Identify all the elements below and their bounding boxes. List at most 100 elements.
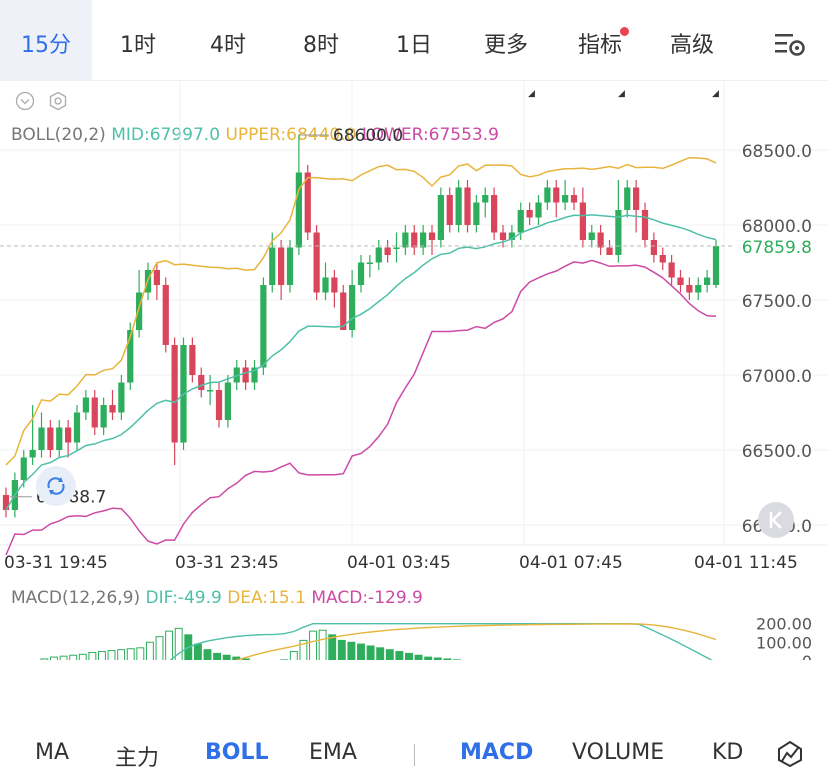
candle-body bbox=[100, 405, 107, 428]
candle-body bbox=[29, 450, 36, 458]
candle-body bbox=[366, 262, 373, 264]
notification-dot-icon bbox=[620, 27, 629, 36]
macd-histogram-bar bbox=[318, 629, 327, 660]
candle-body bbox=[597, 232, 604, 248]
tab-1h[interactable]: 1时 bbox=[96, 0, 180, 80]
tab-advanced[interactable]: 高级 ◢ bbox=[652, 0, 732, 99]
candle-body bbox=[402, 232, 409, 248]
price-axis-label: 67000.0 bbox=[742, 367, 812, 387]
candle-body bbox=[526, 210, 533, 218]
macd-axis-label: 200.00 bbox=[756, 615, 812, 634]
macd-legend: MACD(12,26,9) DIF:-49.9 DEA:15.1 MACD:-1… bbox=[11, 588, 423, 608]
candle-body bbox=[650, 240, 657, 255]
macd-histogram-bar bbox=[309, 630, 317, 660]
macd-name: MACD(12,26,9) bbox=[11, 588, 141, 608]
candle-body bbox=[446, 195, 453, 225]
macd-histogram-bar bbox=[424, 656, 433, 660]
candle-body bbox=[349, 285, 356, 330]
candle-body bbox=[579, 202, 586, 240]
divider bbox=[414, 744, 415, 766]
tab-volume[interactable]: VOLUME bbox=[572, 740, 664, 765]
macd-dea: DEA:15.1 bbox=[227, 588, 306, 608]
macd-histogram-bar bbox=[347, 641, 356, 660]
candle-body bbox=[269, 247, 276, 285]
price-axis-label: 67500.0 bbox=[742, 292, 812, 312]
time-axis-label: 04-01 03:45 bbox=[347, 553, 451, 573]
tab-indicators[interactable]: 指标 ◢ bbox=[560, 0, 640, 99]
macd-histogram-bar bbox=[357, 643, 365, 660]
macd-axis-label: 0 bbox=[802, 652, 812, 660]
tab-indicators-label: 指标 bbox=[577, 33, 622, 58]
macd-histogram-bar bbox=[145, 641, 154, 660]
time-axis-label: 03-31 23:45 bbox=[175, 553, 279, 573]
candle-body bbox=[641, 210, 649, 240]
candle-body bbox=[588, 232, 595, 240]
candle-body bbox=[82, 397, 89, 413]
candle-body bbox=[91, 397, 98, 428]
candle-body bbox=[224, 382, 231, 420]
macd-histogram-bar bbox=[241, 658, 250, 660]
macd-histogram-bar bbox=[78, 653, 87, 660]
macd-histogram-bar bbox=[155, 636, 164, 660]
tab-more[interactable]: 更多 ◢ bbox=[466, 0, 546, 99]
macd-histogram-bar bbox=[376, 647, 385, 660]
candle-body bbox=[260, 285, 267, 368]
candle-body bbox=[56, 427, 63, 450]
tab-more-label: 更多 bbox=[483, 33, 528, 58]
candle-body bbox=[322, 277, 329, 293]
candle-body bbox=[162, 285, 169, 345]
price-axis-label: 68500.0 bbox=[742, 142, 812, 162]
macd-axis-label: 100.00 bbox=[756, 633, 812, 652]
macd-histogram-bar bbox=[59, 655, 68, 660]
tab-ma[interactable]: MA bbox=[35, 740, 69, 765]
tab-kd[interactable]: KD bbox=[712, 740, 743, 765]
time-axis-label: 03-31 19:45 bbox=[4, 553, 108, 573]
candle-body bbox=[562, 195, 569, 203]
macd-histogram-bar bbox=[405, 652, 413, 660]
candle-body bbox=[118, 382, 125, 413]
macd-histogram-bar bbox=[126, 648, 135, 660]
tab-4h[interactable]: 4时 bbox=[186, 0, 270, 80]
indicator-tab-bar: MA 主力 BOLL EMA MACD VOLUME KD bbox=[0, 738, 828, 772]
macd-value: MACD:-129.9 bbox=[311, 588, 423, 608]
candle-body bbox=[20, 457, 27, 480]
candle-body bbox=[464, 187, 471, 225]
candle-body bbox=[38, 427, 45, 450]
drawing-tool-icon[interactable] bbox=[776, 740, 804, 772]
macd-histogram-bar bbox=[203, 649, 212, 660]
tab-zhuli[interactable]: 主力 bbox=[115, 740, 159, 772]
tab-macd[interactable]: MACD bbox=[460, 740, 533, 765]
tab-15min[interactable]: 15分 bbox=[0, 0, 92, 80]
candle-body bbox=[428, 232, 436, 240]
price-axis-label: 68000.0 bbox=[742, 217, 812, 237]
candle-body bbox=[606, 247, 613, 255]
refresh-float-button[interactable] bbox=[36, 466, 76, 506]
tab-ema[interactable]: EMA bbox=[309, 740, 357, 765]
macd-histogram-bar bbox=[165, 630, 174, 660]
candle-body bbox=[695, 285, 702, 293]
candle-body bbox=[393, 247, 400, 249]
candle-body bbox=[47, 427, 54, 450]
candle-body bbox=[242, 367, 249, 383]
macd-histogram-bar bbox=[50, 656, 58, 660]
macd-histogram-bar bbox=[433, 657, 442, 660]
macd-histogram-bar bbox=[222, 654, 231, 660]
tab-advanced-label: 高级 bbox=[669, 33, 714, 58]
macd-histogram-bar bbox=[385, 649, 394, 660]
high-marker-label: 68600.0 bbox=[333, 126, 403, 146]
macd-histogram-bar bbox=[69, 654, 78, 660]
candle-body bbox=[437, 195, 444, 240]
reset-view-button[interactable] bbox=[758, 502, 794, 538]
candlestick-chart[interactable]: 68500.068000.067500.067000.066500.066000… bbox=[0, 80, 828, 660]
macd-histogram-bar bbox=[289, 651, 298, 660]
candle-body bbox=[171, 345, 178, 443]
candle-body bbox=[499, 232, 507, 240]
tab-1d[interactable]: 1日 bbox=[374, 0, 454, 80]
chart-settings-icon[interactable] bbox=[772, 30, 808, 62]
macd-histogram-bar bbox=[117, 649, 126, 660]
tab-8h[interactable]: 8时 bbox=[276, 0, 366, 80]
candle-body bbox=[65, 427, 72, 443]
tab-boll[interactable]: BOLL bbox=[205, 740, 269, 765]
candle-body bbox=[278, 247, 285, 285]
candle-body bbox=[455, 187, 462, 225]
